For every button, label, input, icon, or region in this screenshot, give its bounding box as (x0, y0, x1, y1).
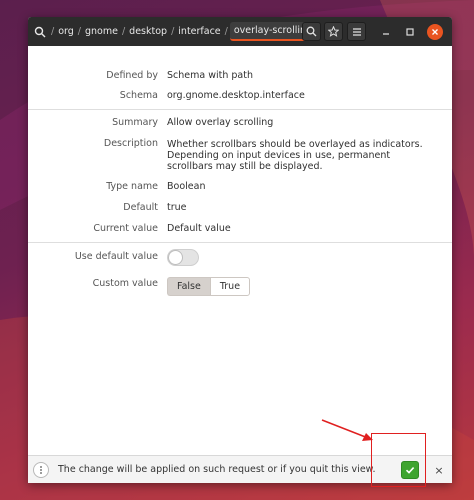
default-value: true (167, 202, 187, 213)
schema-label: Schema (119, 90, 158, 101)
default-row: Default true (28, 200, 452, 216)
close-icon (432, 29, 438, 35)
custom-value-selector: False True (167, 277, 251, 296)
bookmark-button[interactable] (324, 22, 343, 41)
annotation-highlight-box (371, 433, 426, 487)
section-divider (28, 242, 452, 243)
maximize-button[interactable] (400, 22, 419, 41)
defined-by-row: Defined by Schema with path (28, 68, 452, 84)
breadcrumb-gnome[interactable]: gnome (83, 26, 120, 37)
type-value: Boolean (167, 181, 206, 192)
main-menu-button[interactable] (347, 22, 366, 41)
minimize-button[interactable] (376, 22, 395, 41)
vertical-dots-icon (40, 466, 42, 474)
breadcrumb-separator: / (121, 26, 126, 37)
maximize-icon (405, 27, 414, 36)
breadcrumb: / org / gnome / desktop / interface / ov… (34, 17, 317, 46)
description-row: Description Whether scrollbars should be… (28, 136, 452, 172)
defined-by-label: Defined by (106, 70, 158, 81)
type-label: Type name (106, 181, 158, 192)
breadcrumb-separator: / (224, 26, 228, 37)
schema-value: org.gnome.desktop.interface (167, 90, 305, 101)
breadcrumb-separator: / (77, 26, 81, 37)
summary-label: Summary (112, 117, 158, 128)
summary-value: Allow overlay scrolling (167, 117, 274, 128)
breadcrumb-separator: / (51, 26, 55, 37)
description-value: Whether scrollbars should be overlayed a… (167, 139, 423, 172)
hamburger-menu-icon (352, 27, 361, 36)
default-label: Default (123, 202, 158, 213)
star-icon (328, 26, 339, 37)
close-button[interactable] (427, 24, 443, 40)
current-value-label: Current value (93, 223, 158, 234)
true-option-button[interactable]: True (209, 277, 251, 296)
more-options-button[interactable] (33, 462, 49, 478)
annotation-arrow (321, 419, 373, 441)
section-divider (28, 109, 452, 110)
dismiss-button[interactable]: × (432, 461, 446, 479)
header-bar: / org / gnome / desktop / interface / ov… (28, 17, 452, 46)
breadcrumb-interface[interactable]: interface (176, 26, 222, 37)
search-button[interactable] (302, 22, 321, 41)
use-default-row: Use default value (28, 249, 452, 266)
minimize-icon (382, 32, 389, 35)
use-default-toggle[interactable] (167, 249, 199, 266)
type-row: Type name Boolean (28, 179, 452, 195)
dconf-app-icon[interactable] (34, 26, 46, 38)
false-option-button[interactable]: False (167, 277, 210, 296)
breadcrumb-desktop[interactable]: desktop (127, 26, 169, 37)
current-value-value: Default value (167, 223, 231, 234)
search-icon (306, 26, 317, 37)
toggle-knob (168, 250, 183, 265)
schema-row: Schema org.gnome.desktop.interface (28, 88, 452, 104)
current-value-row: Current value Default value (28, 221, 452, 237)
breadcrumb-org[interactable]: org (56, 26, 76, 37)
pending-change-message: The change will be applied on such reque… (58, 464, 376, 475)
summary-row: Summary Allow overlay scrolling (28, 115, 452, 131)
description-label: Description (103, 138, 158, 149)
custom-value-row: Custom value False True (28, 276, 452, 296)
use-default-label: Use default value (74, 251, 158, 262)
defined-by-value: Schema with path (167, 70, 253, 81)
dconf-editor-window: / org / gnome / desktop / interface / ov… (28, 17, 452, 483)
custom-value-label: Custom value (92, 278, 158, 289)
breadcrumb-separator: / (171, 26, 175, 37)
